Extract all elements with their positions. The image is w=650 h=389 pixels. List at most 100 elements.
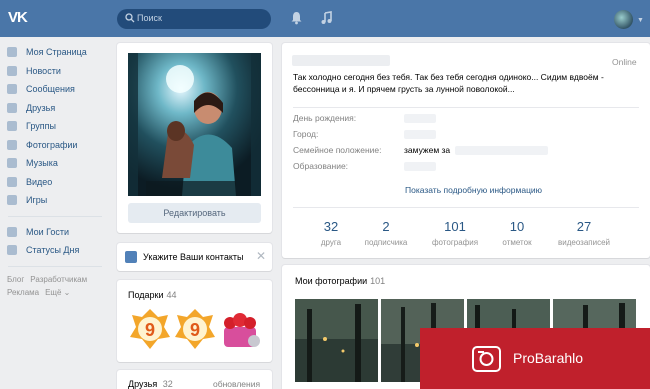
sidebar-item-label: Друзья bbox=[26, 102, 56, 113]
photos-title: Мои фотографии bbox=[295, 276, 368, 286]
counter-tags[interactable]: 10 отметок bbox=[483, 219, 551, 247]
games-icon bbox=[7, 195, 17, 206]
sidebar-item-my-guests[interactable]: Мои Гости bbox=[0, 223, 110, 242]
home-icon bbox=[125, 251, 137, 263]
footer-link-ads[interactable]: Реклама bbox=[7, 288, 39, 297]
sidebar-item-label: Мои Гости bbox=[26, 226, 70, 237]
friends-header[interactable]: Друзья 32 bbox=[128, 379, 173, 389]
counter-label: отметок bbox=[502, 238, 532, 247]
left-sidebar: Моя Страница Новости Сообщения Друзья Гр… bbox=[0, 43, 110, 299]
photo-thumbnail[interactable] bbox=[295, 299, 378, 382]
music-icon bbox=[7, 158, 17, 169]
gifts-card: Подарки 44 9 9 bbox=[117, 280, 272, 362]
sidebar-item-groups[interactable]: Группы bbox=[0, 117, 110, 136]
counter-followers[interactable]: 2 подписчика bbox=[352, 219, 420, 247]
counter-label: подписчика bbox=[364, 238, 408, 247]
spouse-name-redacted bbox=[455, 146, 548, 155]
video-icon bbox=[7, 176, 17, 187]
sidebar-item-news[interactable]: Новости bbox=[0, 62, 110, 81]
sidebar-item-messages[interactable]: Сообщения bbox=[0, 80, 110, 99]
probarahlo-logo-icon bbox=[472, 346, 501, 372]
app-icon bbox=[7, 226, 17, 237]
probarahlo-text: ProBarahlo bbox=[513, 350, 584, 366]
city-value-redacted bbox=[404, 130, 436, 139]
gift-nine-badge-icon[interactable]: 9 bbox=[128, 307, 172, 351]
info-label: Образование: bbox=[293, 161, 349, 171]
gifts-header[interactable]: Подарки 44 bbox=[128, 290, 177, 300]
footer-link-developers[interactable]: Разработчикам bbox=[30, 275, 87, 284]
sidebar-divider bbox=[8, 265, 102, 267]
profile-status-text[interactable]: Так холодно сегодня без тебя. Так без те… bbox=[293, 71, 638, 95]
info-label: Семейное положение: bbox=[293, 145, 382, 155]
profile-photo-card: Редактировать bbox=[117, 43, 272, 233]
profile-photo[interactable] bbox=[128, 53, 261, 196]
message-icon bbox=[7, 84, 17, 95]
sidebar-item-label: Новости bbox=[26, 65, 61, 76]
groups-icon bbox=[7, 121, 17, 132]
counter-label: фотография bbox=[431, 238, 479, 247]
sidebar-item-label: Группы bbox=[26, 121, 56, 132]
footer-link-blog[interactable]: Блог bbox=[7, 275, 24, 284]
vk-logo[interactable]: VK bbox=[8, 9, 28, 26]
app-icon bbox=[7, 245, 17, 256]
sidebar-item-friends[interactable]: Друзья bbox=[0, 99, 110, 118]
counter-number: 2 bbox=[382, 219, 390, 234]
sidebar-item-day-statuses[interactable]: Статусы Дня bbox=[0, 241, 110, 260]
edit-profile-button[interactable]: Редактировать bbox=[128, 203, 261, 223]
top-header: VK Поиск ▼ bbox=[0, 0, 650, 37]
photos-count: 101 bbox=[370, 276, 386, 286]
birthday-value-redacted bbox=[404, 114, 436, 123]
close-icon[interactable]: ✕ bbox=[256, 249, 266, 263]
news-icon bbox=[7, 65, 17, 76]
sidebar-item-label: Фотографии bbox=[26, 139, 78, 150]
sidebar-item-label: Музыка bbox=[26, 158, 58, 169]
sidebar-item-video[interactable]: Видео bbox=[0, 173, 110, 192]
sidebar-footer: Блог Разработчикам Реклама Ещё ⌄ bbox=[0, 273, 110, 299]
family-value[interactable]: замужем за bbox=[404, 145, 450, 155]
education-value-redacted bbox=[404, 162, 436, 171]
friends-card: Друзья 32 обновления bbox=[117, 370, 272, 389]
sidebar-item-photos[interactable]: Фотографии bbox=[0, 136, 110, 155]
user-avatar[interactable] bbox=[614, 10, 633, 29]
bell-icon[interactable] bbox=[290, 11, 303, 25]
counter-number: 101 bbox=[444, 219, 466, 234]
chevron-down-icon[interactable]: ▼ bbox=[637, 17, 644, 24]
svg-text:9: 9 bbox=[190, 320, 200, 340]
footer-link-more[interactable]: Ещё ⌄ bbox=[45, 288, 70, 297]
sidebar-item-label: Видео bbox=[26, 176, 53, 187]
divider bbox=[293, 207, 639, 208]
profile-info-card: Online Так холодно сегодня без тебя. Так… bbox=[282, 43, 650, 258]
home-icon bbox=[7, 47, 17, 58]
sidebar-divider bbox=[8, 215, 102, 217]
info-label: Город: bbox=[293, 129, 319, 139]
svg-text:9: 9 bbox=[145, 320, 155, 340]
contacts-prompt-label[interactable]: Укажите Ваши контакты bbox=[143, 252, 243, 262]
counter-number: 27 bbox=[576, 219, 592, 234]
friends-count: 32 bbox=[162, 379, 173, 389]
contacts-prompt-card[interactable]: Укажите Ваши контакты ✕ bbox=[117, 243, 272, 271]
sidebar-item-label: Моя Страница bbox=[26, 47, 87, 58]
gift-nine-badge-icon[interactable]: 9 bbox=[173, 307, 217, 351]
divider bbox=[293, 107, 639, 108]
show-more-info-link[interactable]: Показать подробную информацию bbox=[405, 185, 542, 195]
friends-icon bbox=[7, 102, 17, 113]
sidebar-item-label: Игры bbox=[26, 195, 48, 206]
sidebar-item-label: Сообщения bbox=[26, 84, 75, 95]
counter-photos[interactable]: 101 фотография bbox=[421, 219, 489, 247]
photos-header[interactable]: Мои фотографии 101 bbox=[295, 276, 385, 286]
gift-roses-box-icon[interactable] bbox=[218, 307, 262, 351]
gifts-title: Подарки bbox=[128, 290, 164, 300]
sidebar-item-music[interactable]: Музыка bbox=[0, 154, 110, 173]
gifts-count: 44 bbox=[166, 290, 177, 300]
search-icon bbox=[125, 13, 135, 23]
counter-videos[interactable]: 27 видеозаписей bbox=[550, 219, 618, 247]
online-status: Online bbox=[612, 57, 637, 67]
friends-updates-link[interactable]: обновления bbox=[213, 379, 260, 389]
counter-number: 10 bbox=[509, 219, 525, 234]
music-note-icon[interactable] bbox=[320, 11, 333, 25]
friends-title: Друзья bbox=[128, 379, 158, 389]
camera-icon bbox=[7, 139, 17, 150]
sidebar-item-games[interactable]: Игры bbox=[0, 191, 110, 210]
sidebar-item-my-page[interactable]: Моя Страница bbox=[0, 43, 110, 62]
search-input[interactable]: Поиск bbox=[117, 9, 271, 29]
